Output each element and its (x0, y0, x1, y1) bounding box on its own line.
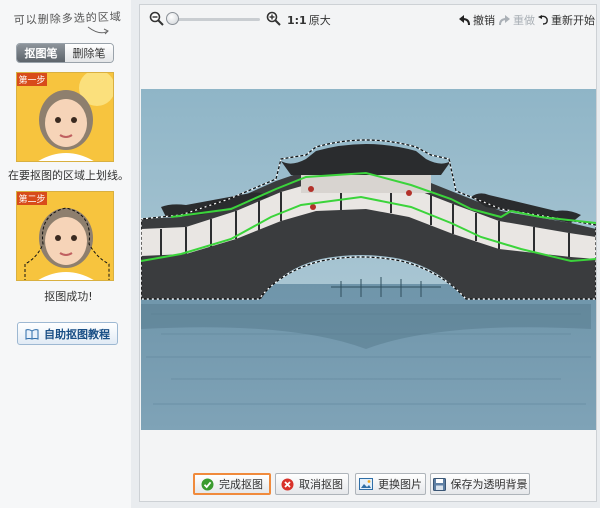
tool-toggle: 抠图笔 删除笔 (16, 43, 114, 63)
replace-image-button[interactable]: 更换图片 (355, 473, 426, 495)
cancel-cutout-label: 取消抠图 (299, 478, 343, 491)
image-canvas[interactable] (141, 89, 596, 430)
editor-toolbar: 1:1 原大 撤销 重做 重新开始 (140, 5, 596, 33)
undo-button[interactable]: 撤销 (458, 12, 495, 28)
step-2-badge: 第二步 (17, 192, 47, 205)
step-1-caption: 在要抠图的区域上划线。 (8, 169, 129, 182)
step-2-caption: 抠图成功! (44, 290, 93, 303)
save-transparent-label: 保存为透明背景 (450, 478, 528, 491)
zoom-slider-track[interactable] (170, 18, 260, 21)
step-1-thumbnail: 第一步 (16, 72, 114, 162)
tutorial-label: 自助抠图教程 (44, 327, 110, 341)
zoom-out-icon[interactable] (149, 11, 164, 26)
finish-cutout-label: 完成抠图 (219, 478, 263, 491)
redo-icon (499, 14, 510, 25)
redo-label: 重做 (513, 14, 535, 27)
redo-button[interactable]: 重做 (498, 12, 535, 28)
eraser-tool-button[interactable]: 删除笔 (65, 44, 113, 62)
actual-size-button[interactable]: 1:1 原大 (287, 12, 331, 28)
editor-panel: 1:1 原大 撤销 重做 重新开始 完成抠图 取消抠图 更换图片 保存为透明背景 (139, 4, 597, 502)
zoom-in-icon[interactable] (266, 11, 281, 26)
cancel-icon (281, 478, 294, 490)
restart-icon (538, 14, 548, 25)
replace-image-label: 更换图片 (378, 478, 422, 491)
tutorial-button[interactable]: 自助抠图教程 (17, 322, 118, 345)
restart-label: 重新开始 (551, 14, 595, 27)
step-2-thumbnail: 第二步 (16, 191, 114, 281)
actual-size-label: 原大 (308, 14, 331, 27)
hint-arrow-icon (87, 26, 109, 35)
restart-button[interactable]: 重新开始 (538, 12, 595, 28)
left-panel: 可以删除多选的区域 抠图笔 删除笔 第一步 在要抠图的区域上划线。 第二步 抠图… (0, 0, 131, 508)
book-icon (25, 328, 39, 340)
finish-cutout-button[interactable]: 完成抠图 (193, 473, 271, 495)
brush-tool-button[interactable]: 抠图笔 (17, 44, 65, 62)
save-transparent-button[interactable]: 保存为透明背景 (430, 473, 530, 495)
step-1-badge: 第一步 (17, 73, 47, 86)
zoom-ratio: 1:1 (287, 14, 307, 27)
image-icon (359, 478, 373, 490)
bottom-action-bar: 完成抠图 取消抠图 更换图片 保存为透明背景 (140, 468, 596, 498)
zoom-slider-handle[interactable] (166, 12, 179, 25)
cancel-cutout-button[interactable]: 取消抠图 (275, 473, 349, 495)
save-icon (432, 477, 446, 491)
undo-label: 撤销 (473, 14, 495, 27)
check-icon (201, 478, 214, 490)
undo-icon (459, 14, 470, 25)
